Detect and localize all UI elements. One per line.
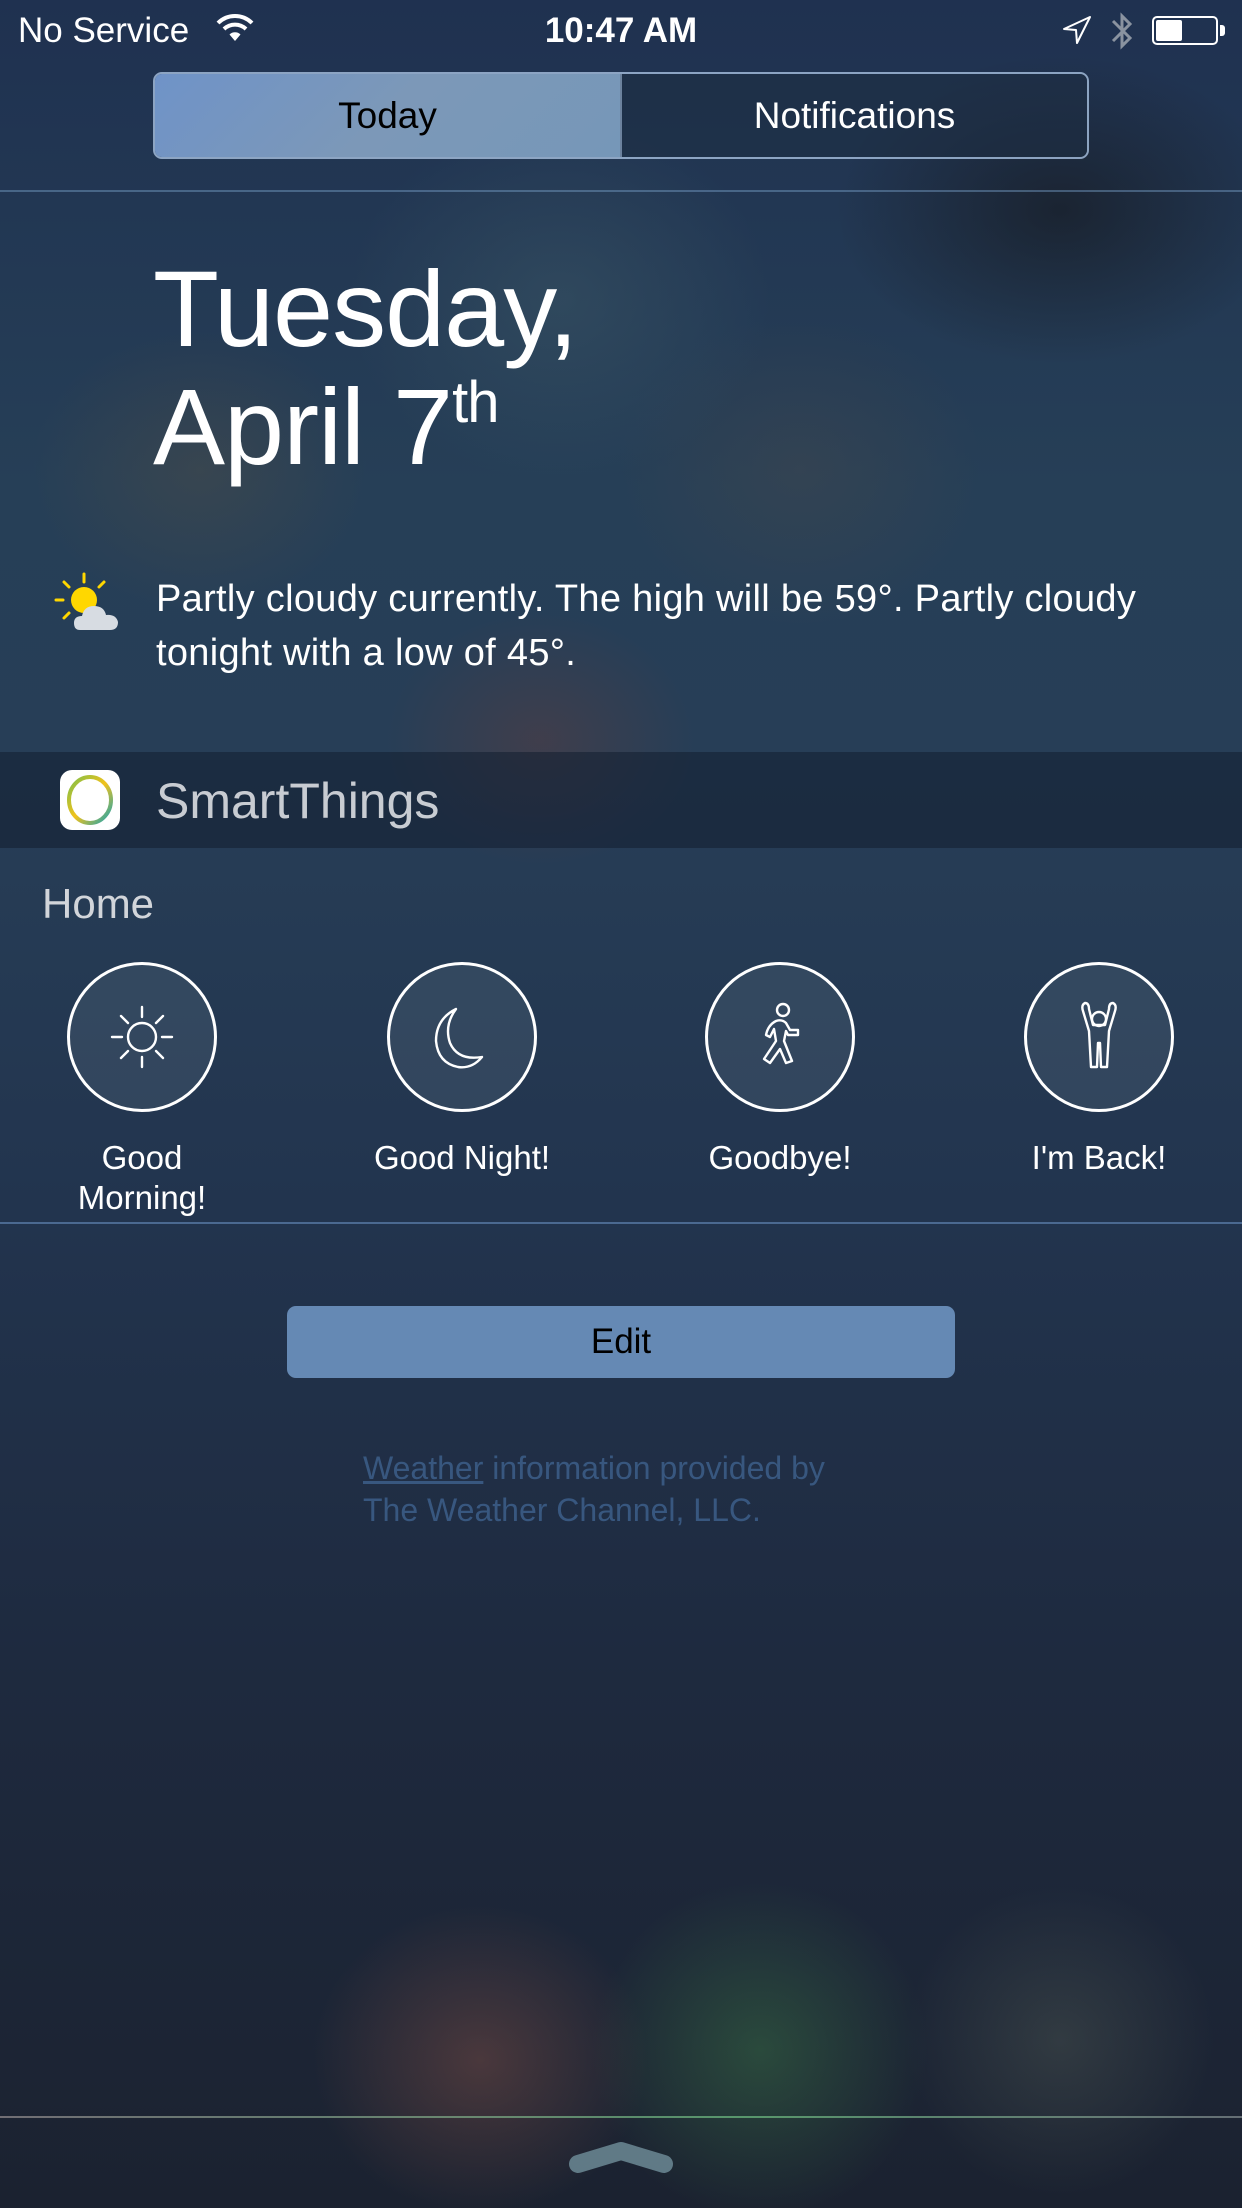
status-bar: No Service 10:47 AM bbox=[0, 0, 1242, 62]
routine-button[interactable] bbox=[387, 962, 537, 1112]
routine-label: Good Night! bbox=[373, 1139, 551, 1176]
today-notifications-segmented-control: Today Notifications bbox=[153, 72, 1089, 159]
weather-link[interactable]: Weather bbox=[363, 1450, 483, 1486]
bluetooth-icon bbox=[1111, 12, 1133, 50]
widget-title: SmartThings bbox=[156, 773, 440, 829]
person-arms-raised-icon bbox=[1081, 1001, 1117, 1069]
tab-notifications[interactable]: Notifications bbox=[620, 74, 1087, 157]
location-label: Home bbox=[42, 880, 155, 927]
routine-label: Good Morning! bbox=[77, 1139, 207, 1216]
routine-good-night[interactable]: Good Night! bbox=[342, 962, 582, 1178]
routine-button[interactable] bbox=[67, 962, 217, 1112]
ordinal-suffix: th bbox=[452, 370, 499, 435]
month-day-label: April 7 bbox=[153, 366, 453, 487]
battery-icon bbox=[1152, 16, 1218, 45]
date-heading: Tuesday, April 7th bbox=[153, 248, 578, 504]
routine-good-morning[interactable]: Good Morning! bbox=[22, 962, 262, 1218]
header-divider bbox=[0, 190, 1242, 192]
attribution-text-1: information provided by bbox=[483, 1450, 825, 1486]
bottom-divider bbox=[0, 2116, 1242, 2118]
routine-goodbye[interactable]: Goodbye! bbox=[660, 962, 900, 1178]
location-arrow-icon bbox=[1063, 16, 1091, 44]
routine-button[interactable] bbox=[705, 962, 855, 1112]
edit-button[interactable]: Edit bbox=[287, 1306, 955, 1378]
moon-icon bbox=[434, 1007, 484, 1069]
attribution-line-2: The Weather Channel, LLC. bbox=[363, 1492, 761, 1528]
routine-button[interactable] bbox=[1024, 962, 1174, 1112]
routine-im-back[interactable]: I'm Back! bbox=[979, 962, 1219, 1178]
weather-summary: Partly cloudy currently. The high will b… bbox=[156, 578, 1137, 674]
attribution-line-1: Weather information provided by bbox=[363, 1447, 825, 1489]
sun-icon bbox=[110, 1005, 174, 1069]
routine-label: I'm Back! bbox=[1031, 1139, 1167, 1176]
tab-today[interactable]: Today bbox=[155, 74, 620, 157]
smartthings-logo-icon bbox=[60, 770, 120, 830]
walking-person-icon bbox=[762, 1002, 800, 1065]
partly-cloudy-icon bbox=[54, 572, 118, 630]
grabber-handle-icon[interactable] bbox=[566, 2138, 676, 2178]
weekday-label: Tuesday, bbox=[153, 248, 578, 369]
month-day-line: April 7th bbox=[153, 368, 577, 504]
clock-time: 10:47 AM bbox=[544, 11, 698, 50]
battery-level-fill bbox=[1156, 20, 1183, 41]
battery-tip bbox=[1220, 25, 1225, 36]
widget-bottom-divider bbox=[0, 1222, 1242, 1224]
weather-attribution: Weather information provided by The Weat… bbox=[363, 1447, 825, 1531]
routine-label: Goodbye! bbox=[708, 1139, 852, 1176]
